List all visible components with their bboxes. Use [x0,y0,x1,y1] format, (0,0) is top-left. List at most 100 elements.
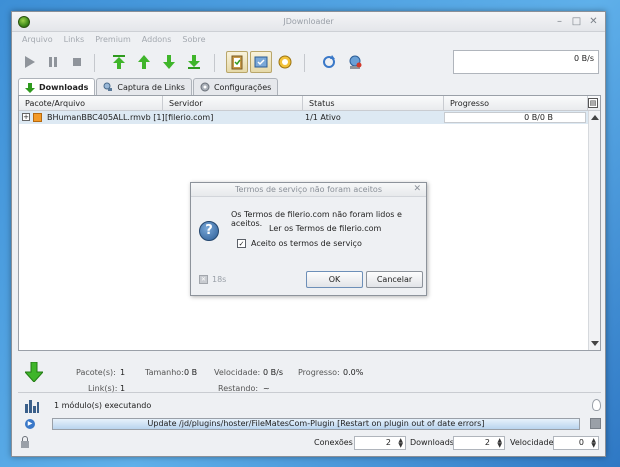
gear-icon [200,82,210,92]
cell-progress-text: 0 B/0 B [524,113,553,122]
premium-toggle-button[interactable] [274,51,296,73]
stop-button[interactable] [66,51,88,73]
countdown-icon[interactable]: ✕ [199,275,208,284]
max-speed-spinner[interactable]: 0 ▲ ▼ [553,436,599,450]
links-value: 1 [120,384,126,393]
menu-arquivo[interactable]: Arquivo [22,33,53,47]
speed-value: 0 B/s [263,368,283,377]
reconnect-icon [254,56,268,68]
connections-spinner[interactable]: 2 ▲ ▼ [354,436,406,450]
title-bar[interactable]: JDownloader – □ ✕ [12,12,605,32]
arrow-top-icon [113,55,125,69]
tab-downloads-label: Downloads [39,83,89,92]
dialog-tos-link[interactable]: Ler os Termos de filerio.com [269,224,381,233]
move-top-button[interactable] [108,51,130,73]
window-title: JDownloader [283,17,334,26]
link-grabber-icon [103,82,113,91]
premium-icon [278,55,292,69]
column-chooser-icon[interactable]: ▤ [588,98,598,108]
connections-label: Conexões [314,438,353,447]
modules-bar: 1 módulo(s) executando [18,395,601,416]
cell-progress: 0 B/0 B [444,112,586,123]
spinner-arrows-icon[interactable]: ▲ ▼ [591,438,596,449]
table-header: Pacote/Arquivo Servidor Status Progresso… [19,96,600,111]
bottom-status-bar: Conexões 2 ▲ ▼ Downloads 2 ▲ ▼ Velocidade … [18,434,601,452]
move-up-button[interactable] [133,51,155,73]
tab-link-grabber[interactable]: Captura de Links [96,78,192,95]
dialog-title: Termos de serviço não foram aceitos [234,185,382,194]
cancel-button[interactable]: Cancelar [366,271,423,288]
move-bottom-button[interactable] [183,51,205,73]
menu-sobre[interactable]: Sobre [182,33,205,47]
reconnect-button[interactable] [344,51,366,73]
remaining-value: ~ [263,384,270,393]
packages-value: 1 [120,368,126,377]
tab-link-grabber-label: Captura de Links [117,82,185,92]
expand-toggle[interactable]: + [22,113,30,121]
menu-bar: Arquivo Links Premium Addons Sobre [12,33,206,47]
tab-settings[interactable]: Configurações [192,78,279,95]
column-header-progress[interactable]: Progresso [444,96,588,111]
connections-value: 2 [385,438,391,447]
update-progress-bar: Update /jd/plugins/hoster/FileMatesCom-P… [52,418,580,430]
update-stop-icon[interactable] [590,418,601,429]
close-icon[interactable]: ✕ [588,16,599,27]
cell-file: BHumanBBC405ALL.rmvb [1] [47,113,165,122]
minimize-icon[interactable]: – [554,16,565,27]
scroll-down-icon[interactable] [591,341,599,346]
download-arrow-icon [25,362,43,382]
dialog-close-icon[interactable]: ✕ [413,184,421,194]
question-icon: ? [199,221,219,241]
tab-downloads[interactable]: Downloads [18,78,96,96]
spinner-arrows-icon[interactable]: ▲ ▼ [497,438,502,449]
bar-chart-icon [25,400,39,413]
column-header-status[interactable]: Status [303,96,444,111]
network-icon [349,55,362,69]
stop-icon [73,58,81,66]
play-button[interactable] [18,51,40,73]
speed-meter: 0 B/s [453,50,599,74]
table-row[interactable]: + BHumanBBC405ALL.rmvb [1] [filerio.com]… [19,111,588,124]
dialog-title-bar[interactable]: Termos de serviço não foram aceitos ✕ [191,183,426,197]
file-icon [33,113,42,122]
reconnect-toggle-button[interactable] [250,51,272,73]
packages-label: Pacote(s): [76,368,116,377]
scroll-up-icon[interactable] [591,115,599,120]
maximize-icon[interactable]: □ [571,16,582,27]
move-down-button[interactable] [158,51,180,73]
progress-label: Progresso: [298,368,340,377]
ok-button[interactable]: OK [306,271,363,288]
menu-links[interactable]: Links [64,33,85,47]
progress-value: 0.0% [343,368,364,377]
remaining-label: Restando: [218,384,259,393]
spinner-arrows-icon[interactable]: ▲ ▼ [398,438,403,449]
speed-meter-value: 0 B/s [574,54,594,63]
clipboard-toggle-button[interactable] [226,51,248,73]
modules-text: 1 módulo(s) executando [54,401,152,410]
vertical-scrollbar[interactable] [588,111,600,350]
accept-tos-checkbox[interactable]: ✓ [237,239,246,248]
tab-settings-label: Configurações [213,82,272,92]
menu-premium[interactable]: Premium [95,33,131,47]
toolbar: 0 B/s [12,48,605,78]
menu-addons[interactable]: Addons [142,33,172,47]
accept-tos-label[interactable]: Aceito os termos de serviço [251,239,362,248]
column-header-package[interactable]: Pacote/Arquivo [19,96,163,111]
pause-button[interactable] [42,51,64,73]
tab-bar: Downloads Captura de Links Configurações [18,78,279,96]
arrow-bottom-icon [188,55,200,69]
speed-label: Velocidade: [214,368,261,377]
clipboard-icon [231,55,243,70]
refresh-icon [323,55,335,68]
arrow-up-icon [138,55,150,69]
download-arrow-icon [25,82,35,93]
size-value: 0 B [184,368,198,377]
size-label: Tamanho: [145,368,184,377]
column-header-host[interactable]: Servidor [163,96,303,111]
update-play-icon[interactable]: ▶ [25,419,35,429]
update-button[interactable] [318,51,340,73]
play-icon [25,56,35,68]
lightbulb-icon[interactable] [592,399,601,411]
update-progress-row: ▶ Update /jd/plugins/hoster/FileMatesCom… [18,417,601,431]
downloads-spinner[interactable]: 2 ▲ ▼ [453,436,505,450]
